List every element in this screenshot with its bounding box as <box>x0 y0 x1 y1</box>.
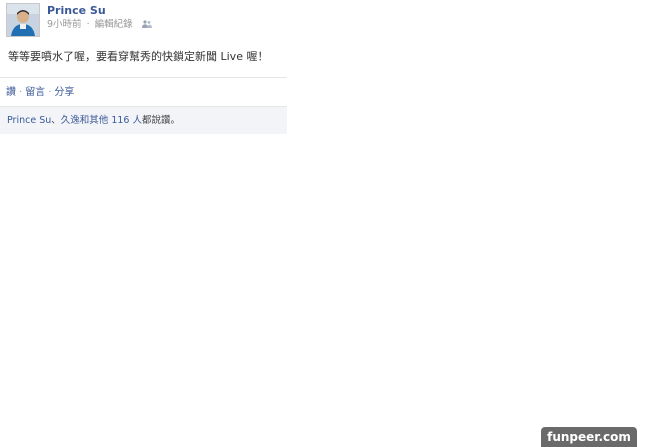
divider <box>0 77 287 78</box>
author-name[interactable]: Prince Su <box>47 4 106 18</box>
share-link[interactable]: 分享 <box>54 87 74 98</box>
likes-bar: Prince Su、久逸和其他 116 人都說讚。 <box>0 107 287 134</box>
story-meta: 9小時前 · 編輯紀錄 <box>47 19 152 32</box>
watermark-badge: funpeer.com <box>541 427 637 447</box>
post-message: 等等要噴水了喔，要看穿幫秀的快鎖定新聞 Live 喔！ <box>8 50 269 63</box>
like-link[interactable]: 讚 <box>6 87 16 98</box>
liker-name-link[interactable]: Prince Su <box>7 115 51 126</box>
friends-icon[interactable] <box>141 20 152 32</box>
story-actions: 讚 · 留言 · 分享 <box>6 86 74 99</box>
likes-others-link[interactable]: 久逸和其他 116 人 <box>61 115 142 126</box>
likes-sentence: Prince Su、久逸和其他 116 人都說讚。 <box>7 115 180 127</box>
meta-separator: · <box>86 19 90 30</box>
action-separator: · <box>48 87 52 98</box>
avatar[interactable] <box>6 3 40 37</box>
feed-story: Prince Su 9小時前 · 編輯紀錄 等等要噴水了喔，要看穿幫秀的快鎖定新… <box>0 0 287 134</box>
likes-separator: 、 <box>51 115 61 126</box>
likes-suffix: 都說讚。 <box>141 115 180 126</box>
story-header: Prince Su 9小時前 · 編輯紀錄 <box>0 0 287 40</box>
comment-link[interactable]: 留言 <box>25 87 45 98</box>
timestamp-link[interactable]: 9小時前 <box>47 19 82 30</box>
edit-history-link[interactable]: 編輯紀錄 <box>95 19 133 30</box>
action-separator: · <box>19 87 23 98</box>
